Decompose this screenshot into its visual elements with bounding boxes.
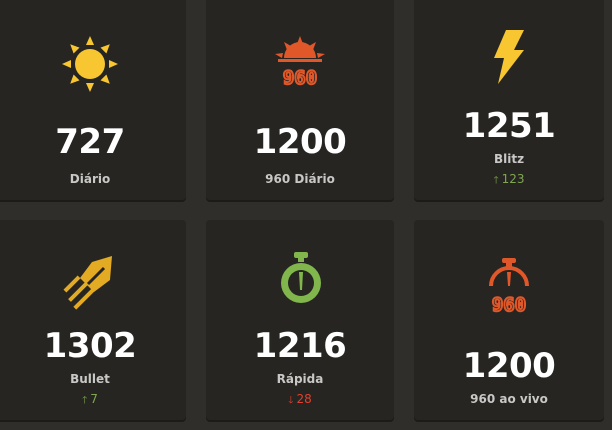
- arrow-down-icon: 🡓: [288, 395, 294, 406]
- rating-card-blitz[interactable]: 1251 Blitz 🡑 123: [414, 0, 604, 200]
- arrow-up-icon: 🡑: [493, 175, 499, 186]
- rating-value: 727: [55, 122, 125, 162]
- rating-card-960-live[interactable]: 960 1200 960 ao vivo: [414, 220, 604, 420]
- rating-value: 1200: [253, 122, 347, 162]
- rating-change: 🡑 123: [493, 172, 525, 186]
- rating-card-960-daily[interactable]: 960 1200 960 Diário: [206, 0, 394, 200]
- rating-value: 1216: [253, 326, 347, 366]
- rating-change: 🡑 7: [82, 392, 98, 406]
- stopwatch-icon: [276, 250, 326, 308]
- sun-icon: [60, 34, 120, 94]
- rating-label: 960 Diário: [265, 172, 335, 186]
- rating-label: 960 ao vivo: [470, 392, 548, 406]
- rating-value: 1200: [462, 346, 556, 386]
- ratings-grid: 727 Diário 960 1200 960 Diário 1251 Blit…: [0, 0, 612, 430]
- rating-change: 🡓 28: [288, 392, 312, 406]
- arrow-up-icon: 🡑: [82, 395, 88, 406]
- rating-label: Rápida: [276, 372, 324, 386]
- rating-card-bullet[interactable]: 1302 Bullet 🡑 7: [0, 220, 186, 420]
- rating-card-rapid[interactable]: 1216 Rápida 🡓 28: [206, 220, 394, 420]
- rating-label: Diário: [69, 172, 111, 186]
- rating-value: 1302: [43, 326, 137, 366]
- svg-text:960: 960: [283, 67, 317, 89]
- rating-value: 1251: [462, 106, 556, 146]
- lightning-icon: [486, 28, 530, 86]
- rating-card-daily[interactable]: 727 Diário: [0, 0, 186, 200]
- svg-text:960: 960: [492, 294, 526, 316]
- stopwatch-960-icon: 960: [484, 256, 534, 318]
- rating-label: Bullet: [70, 372, 110, 386]
- sun-960-icon: 960: [270, 32, 330, 92]
- rating-label: Blitz: [493, 152, 525, 166]
- bullet-icon: [62, 250, 122, 310]
